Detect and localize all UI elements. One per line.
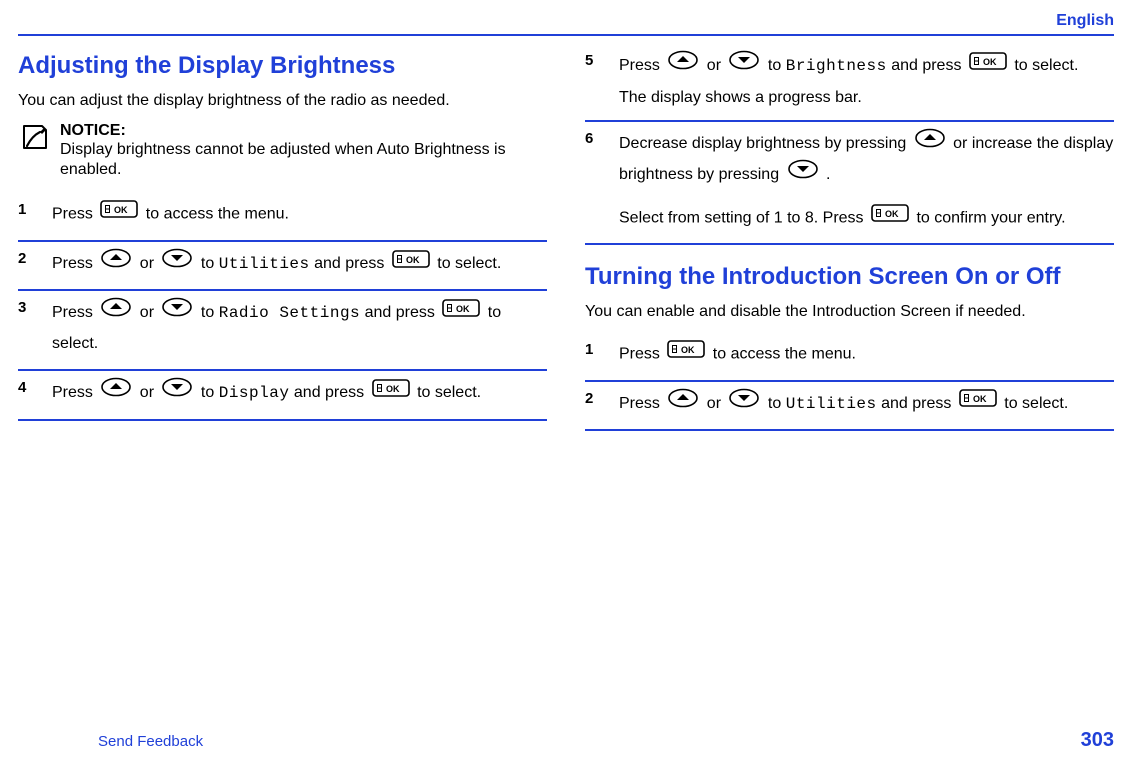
down-arrow-icon	[161, 297, 193, 328]
step-body: Press or to Radio Settings and press to …	[52, 297, 547, 359]
up-arrow-icon	[100, 248, 132, 279]
step-number: 1	[18, 199, 44, 230]
down-arrow-icon	[161, 248, 193, 279]
step-body: Press or to Brightness and press to sele…	[619, 50, 1114, 110]
step-number: 2	[585, 388, 611, 419]
menu-item: Utilities	[786, 395, 877, 413]
notice-title: NOTICE:	[60, 122, 547, 140]
step-number: 1	[585, 339, 611, 370]
step-result: The display shows a progress bar.	[619, 87, 1114, 109]
up-arrow-icon	[914, 128, 946, 159]
s2-step-2: 2 Press or to Utilities and press to sel…	[585, 382, 1114, 431]
step-number: 6	[585, 128, 611, 234]
step-body: Decrease display brightness by pressing …	[619, 128, 1114, 234]
language-label: English	[18, 12, 1114, 30]
page-footer: Send Feedback 303	[18, 729, 1114, 752]
step-body: Press or to Utilities and press to selec…	[52, 248, 547, 279]
top-divider	[18, 34, 1114, 36]
step-number: 5	[585, 50, 611, 110]
ok-button-icon	[969, 51, 1007, 81]
step-body: Press to access the menu.	[52, 199, 547, 230]
up-arrow-icon	[100, 297, 132, 328]
up-arrow-icon	[667, 50, 699, 81]
step-number: 3	[18, 297, 44, 359]
notice-body: Display brightness cannot be adjusted wh…	[60, 140, 547, 182]
step-body: Press to access the menu.	[619, 339, 1114, 370]
up-arrow-icon	[100, 377, 132, 408]
ok-button-icon	[100, 199, 138, 229]
step-6: 6 Decrease display brightness by pressin…	[585, 122, 1114, 246]
step-body: Press or to Display and press to select.	[52, 377, 547, 408]
section-title-brightness: Adjusting the Display Brightness	[18, 52, 547, 81]
menu-item: Radio Settings	[219, 304, 360, 322]
content-columns: Adjusting the Display Brightness You can…	[18, 44, 1114, 431]
s2-step-1: 1 Press to access the menu.	[585, 333, 1114, 382]
ok-button-icon	[372, 378, 410, 408]
step-number: 4	[18, 377, 44, 408]
left-column: Adjusting the Display Brightness You can…	[18, 44, 547, 431]
step-4: 4 Press or to Display and press to selec…	[18, 371, 547, 420]
ok-button-icon	[667, 339, 705, 369]
down-arrow-icon	[787, 159, 819, 190]
ok-button-icon	[392, 249, 430, 279]
up-arrow-icon	[667, 388, 699, 419]
step-1: 1 Press to access the menu.	[18, 193, 547, 242]
page-number: 303	[1081, 729, 1114, 752]
down-arrow-icon	[728, 50, 760, 81]
step-5: 5 Press or to Brightness and press to se…	[585, 44, 1114, 122]
notice-box: NOTICE: Display brightness cannot be adj…	[18, 122, 547, 182]
step-2: 2 Press or to Utilities and press to sel…	[18, 242, 547, 291]
step-body: Press or to Utilities and press to selec…	[619, 388, 1114, 419]
section-intro: You can adjust the display brightness of…	[18, 91, 547, 112]
ok-button-icon	[442, 298, 480, 328]
menu-item: Utilities	[219, 255, 310, 273]
section-intro: You can enable and disable the Introduct…	[585, 302, 1114, 323]
step-3: 3 Press or to Radio Settings and press t…	[18, 291, 547, 371]
section-title-intro-screen: Turning the Introduction Screen On or Of…	[585, 263, 1114, 292]
right-column: 5 Press or to Brightness and press to se…	[585, 44, 1114, 431]
ok-button-icon	[959, 388, 997, 418]
step-number: 2	[18, 248, 44, 279]
down-arrow-icon	[728, 388, 760, 419]
menu-item: Brightness	[786, 57, 887, 75]
ok-button-icon	[871, 203, 909, 233]
down-arrow-icon	[161, 377, 193, 408]
notice-icon	[20, 122, 50, 182]
menu-item: Display	[219, 384, 290, 402]
send-feedback-link[interactable]: Send Feedback	[18, 733, 203, 750]
